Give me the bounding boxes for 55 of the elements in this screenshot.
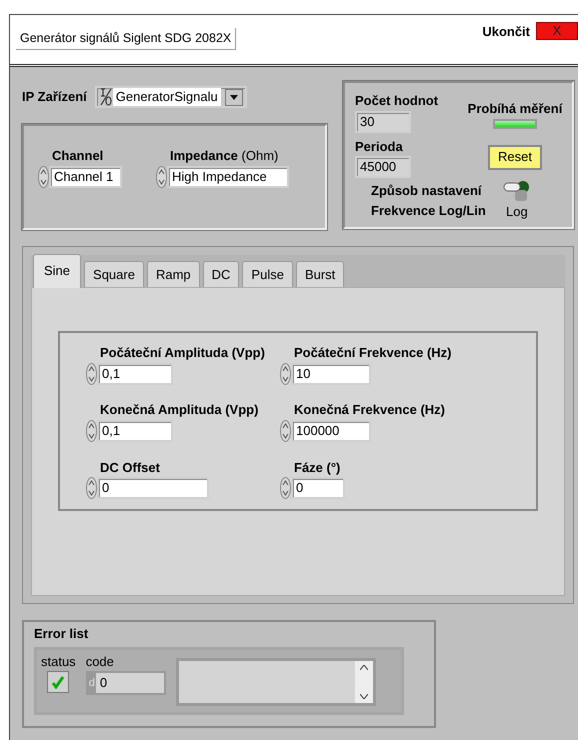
count-label: Počet hodnot (355, 92, 440, 110)
spinner-icon[interactable] (156, 166, 167, 188)
tab[interactable]: Sine (33, 254, 82, 288)
code-label: code (86, 652, 115, 670)
check-icon (51, 675, 66, 689)
tab[interactable]: Ramp (146, 260, 200, 287)
reset-button[interactable]: Reset (488, 144, 542, 170)
spinner-icon[interactable] (38, 166, 49, 188)
scroll-up-icon[interactable] (360, 664, 368, 670)
tab[interactable]: DC (202, 260, 240, 287)
number-field[interactable]: 0 (97, 477, 209, 500)
number-field[interactable]: 10 (291, 362, 371, 384)
count-field: 30 (355, 110, 411, 132)
toggle-switch[interactable] (502, 180, 532, 202)
exit-button[interactable]: X (536, 22, 578, 40)
io-icon (98, 87, 113, 107)
field-label: DC Offset (100, 458, 161, 477)
spinner-icon[interactable] (280, 362, 291, 384)
tab[interactable]: Pulse (242, 260, 293, 287)
mode-value: Log (506, 203, 528, 221)
scroll-down-icon[interactable] (360, 694, 368, 698)
code-field: d 0 (86, 671, 166, 695)
mode-label: Frekvence Log/Lin (371, 202, 486, 220)
period-field: 45000 (355, 156, 411, 178)
spinner-icon[interactable] (86, 477, 97, 500)
dropdown-arrow-icon[interactable] (230, 94, 238, 100)
measuring-label: Probíhá měření (468, 100, 562, 118)
mode-label: Způsob nastavení (371, 182, 483, 200)
field-label: Konečná Frekvence (Hz) (294, 401, 446, 420)
scroll-bar[interactable] (354, 660, 373, 702)
number-field[interactable]: Channel 1 (49, 166, 122, 188)
number-field[interactable]: 100000 (291, 420, 371, 442)
spinner-icon[interactable] (86, 362, 97, 384)
number-field[interactable]: 0 (291, 477, 345, 500)
spinner-icon[interactable] (280, 477, 291, 500)
tab[interactable]: Burst (296, 260, 344, 287)
field-label: Počáteční Amplituda (Vpp) (100, 344, 266, 362)
tab[interactable]: Square (84, 260, 144, 287)
number-field[interactable]: High Impedance (167, 166, 289, 188)
impedance-label: Impedance (Ohm) (170, 147, 280, 165)
spinner-icon[interactable] (280, 420, 291, 442)
field-label: Fáze (°) (294, 458, 342, 477)
number-field[interactable]: 0,1 (97, 420, 173, 442)
period-label: Perioda (355, 138, 404, 156)
status-label: status (41, 652, 76, 670)
device-dropdown[interactable]: GeneratorSignalu (94, 86, 247, 108)
channel-label: Channel (52, 147, 104, 165)
number-field[interactable]: 0,1 (97, 362, 173, 384)
field-label: Konečná Amplituda (Vpp) (100, 401, 260, 420)
field-label: Počáteční Frekvence (Hz) (294, 344, 453, 362)
spinner-icon[interactable] (86, 420, 97, 442)
ip-device-label: IP Zařízení (22, 88, 87, 106)
exit-label: Ukončit (482, 23, 530, 41)
window-title: Generátor signálů Siglent SDG 2082X (16, 28, 236, 50)
error-title: Error list (34, 625, 90, 643)
